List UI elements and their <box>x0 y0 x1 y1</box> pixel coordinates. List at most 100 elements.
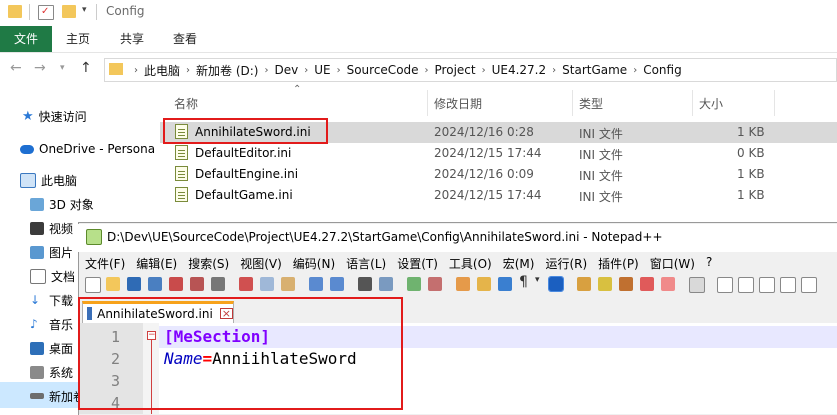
back-arrow-icon[interactable]: ← <box>10 60 22 76</box>
save-all-icon[interactable] <box>148 277 162 291</box>
file-modified: 2024/12/15 17:44 <box>434 188 542 202</box>
picture-icon <box>30 245 44 259</box>
play-macro-icon[interactable] <box>759 277 775 293</box>
zoom-in-icon[interactable] <box>407 277 421 291</box>
nav-label: 此电脑 <box>41 173 78 188</box>
file-size: 0 KB <box>737 146 765 160</box>
show-all-chars-icon[interactable]: ¶ <box>519 274 528 290</box>
monitoring-icon[interactable] <box>661 277 675 291</box>
record-macro-icon[interactable] <box>717 277 733 293</box>
eye-icon[interactable] <box>689 277 705 293</box>
column-divider[interactable] <box>572 90 573 116</box>
column-header-type[interactable]: 类型 <box>579 95 603 112</box>
breadcrumb-item[interactable]: SourceCode <box>347 63 419 77</box>
tab-share[interactable]: 共享 <box>120 26 144 52</box>
breadcrumb-item[interactable]: UE4.27.2 <box>492 63 547 77</box>
breadcrumb-item[interactable]: StartGame <box>562 63 627 77</box>
open-file-icon[interactable] <box>106 277 120 291</box>
breadcrumb-item[interactable]: UE <box>314 63 330 77</box>
nav-label: 音乐 <box>49 317 74 332</box>
doc-map-icon[interactable] <box>598 277 612 291</box>
breadcrumb-item[interactable]: Project <box>435 63 476 77</box>
copy-icon[interactable] <box>260 277 274 291</box>
save-icon[interactable] <box>127 277 141 291</box>
nav-pictures[interactable]: 图片 <box>30 242 73 262</box>
stop-macro-icon[interactable] <box>738 277 754 293</box>
nav-label: 文档 <box>51 269 76 284</box>
file-row[interactable]: DefaultEditor.ini 2024/12/15 17:44 INI 文… <box>160 143 837 164</box>
save-macro-icon[interactable] <box>801 277 817 293</box>
function-list-icon[interactable] <box>619 277 633 291</box>
find-icon[interactable] <box>358 277 372 291</box>
nav-new-volume[interactable]: 新加卷 <box>30 386 85 406</box>
breadcrumb-item[interactable]: 此电脑 <box>144 62 180 79</box>
replace-icon[interactable] <box>379 277 393 291</box>
breadcrumb-item[interactable]: Dev <box>274 63 298 77</box>
file-type: INI 文件 <box>579 148 623 162</box>
file-row[interactable]: DefaultEngine.ini 2024/12/16 0:09 INI 文件… <box>160 164 837 185</box>
recent-dropdown-icon[interactable]: ▾ <box>60 63 65 73</box>
forward-arrow-icon[interactable]: → <box>34 60 46 76</box>
nav-label: OneDrive - Persona <box>39 142 156 156</box>
column-header-modified[interactable]: 修改日期 <box>434 95 482 112</box>
file-type: INI 文件 <box>579 190 623 204</box>
tab-view[interactable]: 查看 <box>173 26 197 52</box>
breadcrumb-item[interactable]: 新加卷 (D:) <box>196 62 258 79</box>
udl-icon[interactable] <box>577 277 591 291</box>
nav-label: 视频 <box>49 221 74 236</box>
quick-access-dropdown-icon[interactable]: ▾ <box>82 5 87 15</box>
close-all-icon[interactable] <box>190 277 204 291</box>
chevron-right-icon: › <box>304 64 309 76</box>
column-divider[interactable] <box>427 90 428 116</box>
drive-icon <box>30 393 44 399</box>
film-icon <box>30 221 44 235</box>
nav-documents[interactable]: 文档 <box>30 266 75 286</box>
nav-music[interactable]: ♪ 音乐 <box>30 314 73 334</box>
file-modified: 2024/12/15 17:44 <box>434 146 542 160</box>
checkmark-icon: ✓ <box>41 6 50 17</box>
nav-videos[interactable]: 视频 <box>30 218 73 238</box>
play-multiple-icon[interactable] <box>780 277 796 293</box>
nav-3d-objects[interactable]: 3D 对象 <box>30 194 94 214</box>
zoom-out-icon[interactable] <box>428 277 442 291</box>
divider <box>96 4 97 20</box>
chevron-right-icon: › <box>264 64 269 76</box>
folder-workspace-icon[interactable] <box>640 277 654 291</box>
column-header-name[interactable]: 名称 <box>174 95 198 112</box>
sort-ascending-icon: ⌃ <box>293 84 302 95</box>
close-file-icon[interactable] <box>169 277 183 291</box>
sync-vertical-icon[interactable] <box>456 277 470 291</box>
nav-this-pc[interactable]: 此电脑 <box>20 170 77 190</box>
nav-desktop[interactable]: 桌面 <box>30 338 73 358</box>
undo-icon[interactable] <box>309 277 323 291</box>
new-file-icon[interactable] <box>85 277 101 293</box>
new-folder-icon[interactable] <box>62 5 76 18</box>
cut-icon[interactable] <box>239 277 253 291</box>
file-row[interactable]: DefaultGame.ini 2024/12/15 17:44 INI 文件 … <box>160 185 837 206</box>
tab-file[interactable]: 文件 <box>0 26 52 52</box>
dropdown-icon[interactable]: ▾ <box>535 275 540 285</box>
indent-guide-icon[interactable] <box>548 276 564 292</box>
redo-icon[interactable] <box>330 277 344 291</box>
nav-system[interactable]: 系统 <box>30 362 73 382</box>
nav-quick-access[interactable]: ★ 快速访问 <box>22 106 87 126</box>
nav-label: 系统 <box>49 365 74 380</box>
desktop-icon <box>30 341 44 355</box>
file-type: INI 文件 <box>579 169 623 183</box>
up-arrow-icon[interactable]: ↑ <box>80 60 92 76</box>
print-icon[interactable] <box>211 277 225 291</box>
nav-downloads[interactable]: ↓ 下载 <box>30 290 73 310</box>
tab-home[interactable]: 主页 <box>66 26 90 52</box>
highlight-box <box>78 297 403 410</box>
paste-icon[interactable] <box>281 277 295 291</box>
column-header-size[interactable]: 大小 <box>699 95 723 112</box>
column-divider[interactable] <box>774 90 775 116</box>
breadcrumb-item[interactable]: Config <box>643 63 682 77</box>
nav-onedrive[interactable]: OneDrive - Persona <box>20 139 155 159</box>
ini-file-icon <box>175 145 188 160</box>
column-divider[interactable] <box>692 90 693 116</box>
nav-label: 桌面 <box>49 341 74 356</box>
word-wrap-icon[interactable] <box>498 277 512 291</box>
sync-horizontal-icon[interactable] <box>477 277 491 291</box>
highlight-box <box>163 118 328 144</box>
